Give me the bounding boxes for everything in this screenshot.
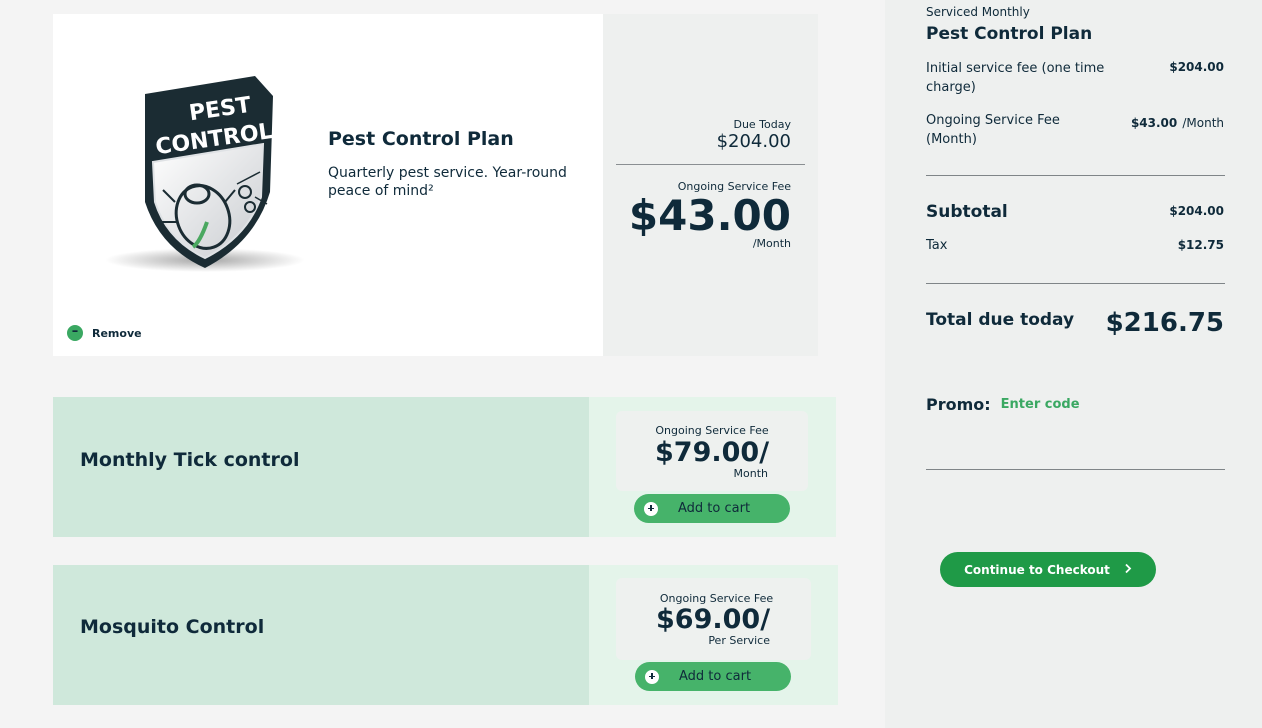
price-divider (616, 164, 805, 165)
service-frequency: Serviced Monthly (926, 5, 1030, 19)
chevron-right-icon (1124, 563, 1132, 577)
ongoing-fee-label: Ongoing Service Fee (Month) (926, 113, 1060, 147)
divider (926, 175, 1225, 176)
promo-underline (926, 469, 1225, 470)
minus-icon: – (67, 325, 83, 341)
plus-icon (644, 501, 658, 516)
addon-price-panel-mosquito: Ongoing Service Fee $69.00/ Per Service … (589, 565, 838, 705)
subtotal-label: Subtotal (926, 202, 1008, 222)
promo-label: Promo: (926, 395, 991, 414)
addon-price: $69.00/ (656, 604, 771, 635)
tax-value: $12.75 (1177, 238, 1224, 252)
remove-label: Remove (92, 326, 142, 340)
addon-unit: Month (733, 467, 768, 480)
initial-fee-value: $204.00 (1169, 60, 1224, 74)
plan-price-panel: Due Today $204.00 Ongoing Service Fee $4… (603, 14, 818, 356)
due-today-value: $204.00 (716, 131, 791, 152)
ongoing-fee-unit: /Month (752, 237, 791, 250)
addon-unit: Per Service (708, 634, 770, 647)
initial-fee-label: Initial service fee (one time charge) (926, 61, 1105, 95)
checkout-label: Continue to Checkout (964, 562, 1110, 577)
total-label: Total due today (926, 310, 1075, 330)
summary-plan-name: Pest Control Plan (926, 24, 1093, 44)
plan-description: Quarterly pest service. Year-round peace… (328, 165, 567, 199)
addon-price-panel-tick: Ongoing Service Fee $79.00/ Month Add to… (589, 397, 836, 537)
add-to-cart-button[interactable]: Add to cart (635, 662, 791, 691)
ongoing-fee-amount: $43.00 /Month (1131, 112, 1224, 131)
addon-title: Mosquito Control (80, 616, 265, 638)
addon-price-box: Ongoing Service Fee $69.00/ Per Service (616, 578, 811, 660)
promo-row: Promo: (926, 395, 1201, 414)
add-to-cart-label: Add to cart (679, 669, 752, 684)
divider (926, 283, 1225, 284)
due-today-label: Due Today (733, 118, 791, 131)
total-value: $216.75 (1105, 308, 1224, 338)
addon-card-mosquito: Mosquito Control (53, 565, 589, 705)
subtotal-value: $204.00 (1169, 204, 1224, 218)
addon-price-box: Ongoing Service Fee $79.00/ Month (616, 411, 808, 491)
pest-control-shield-image: PEST CONTROL (105, 72, 305, 282)
continue-to-checkout-button[interactable]: Continue to Checkout (940, 552, 1156, 587)
ongoing-fee-unit: /Month (1182, 116, 1224, 130)
addon-title: Monthly Tick control (80, 449, 300, 471)
order-summary-panel: Serviced Monthly Pest Control Plan Initi… (885, 0, 1262, 728)
addon-price: $79.00/ (655, 437, 770, 468)
tax-label: Tax (926, 238, 948, 253)
addon-card-tick: Monthly Tick control (53, 397, 589, 537)
ongoing-fee-value: $43.00 (1130, 116, 1178, 130)
addon-fee-label: Ongoing Service Fee (655, 424, 769, 437)
plan-card: PEST CONTROL Pest Control Plan Quarterly… (53, 14, 603, 356)
promo-code-input[interactable] (1000, 397, 1201, 412)
add-to-cart-label: Add to cart (678, 501, 751, 516)
add-to-cart-button[interactable]: Add to cart (634, 494, 790, 523)
remove-button[interactable]: – Remove (67, 325, 142, 341)
ongoing-fee-value: $43.00 (628, 191, 791, 240)
plus-icon (645, 669, 659, 684)
plan-title: Pest Control Plan (328, 128, 514, 150)
